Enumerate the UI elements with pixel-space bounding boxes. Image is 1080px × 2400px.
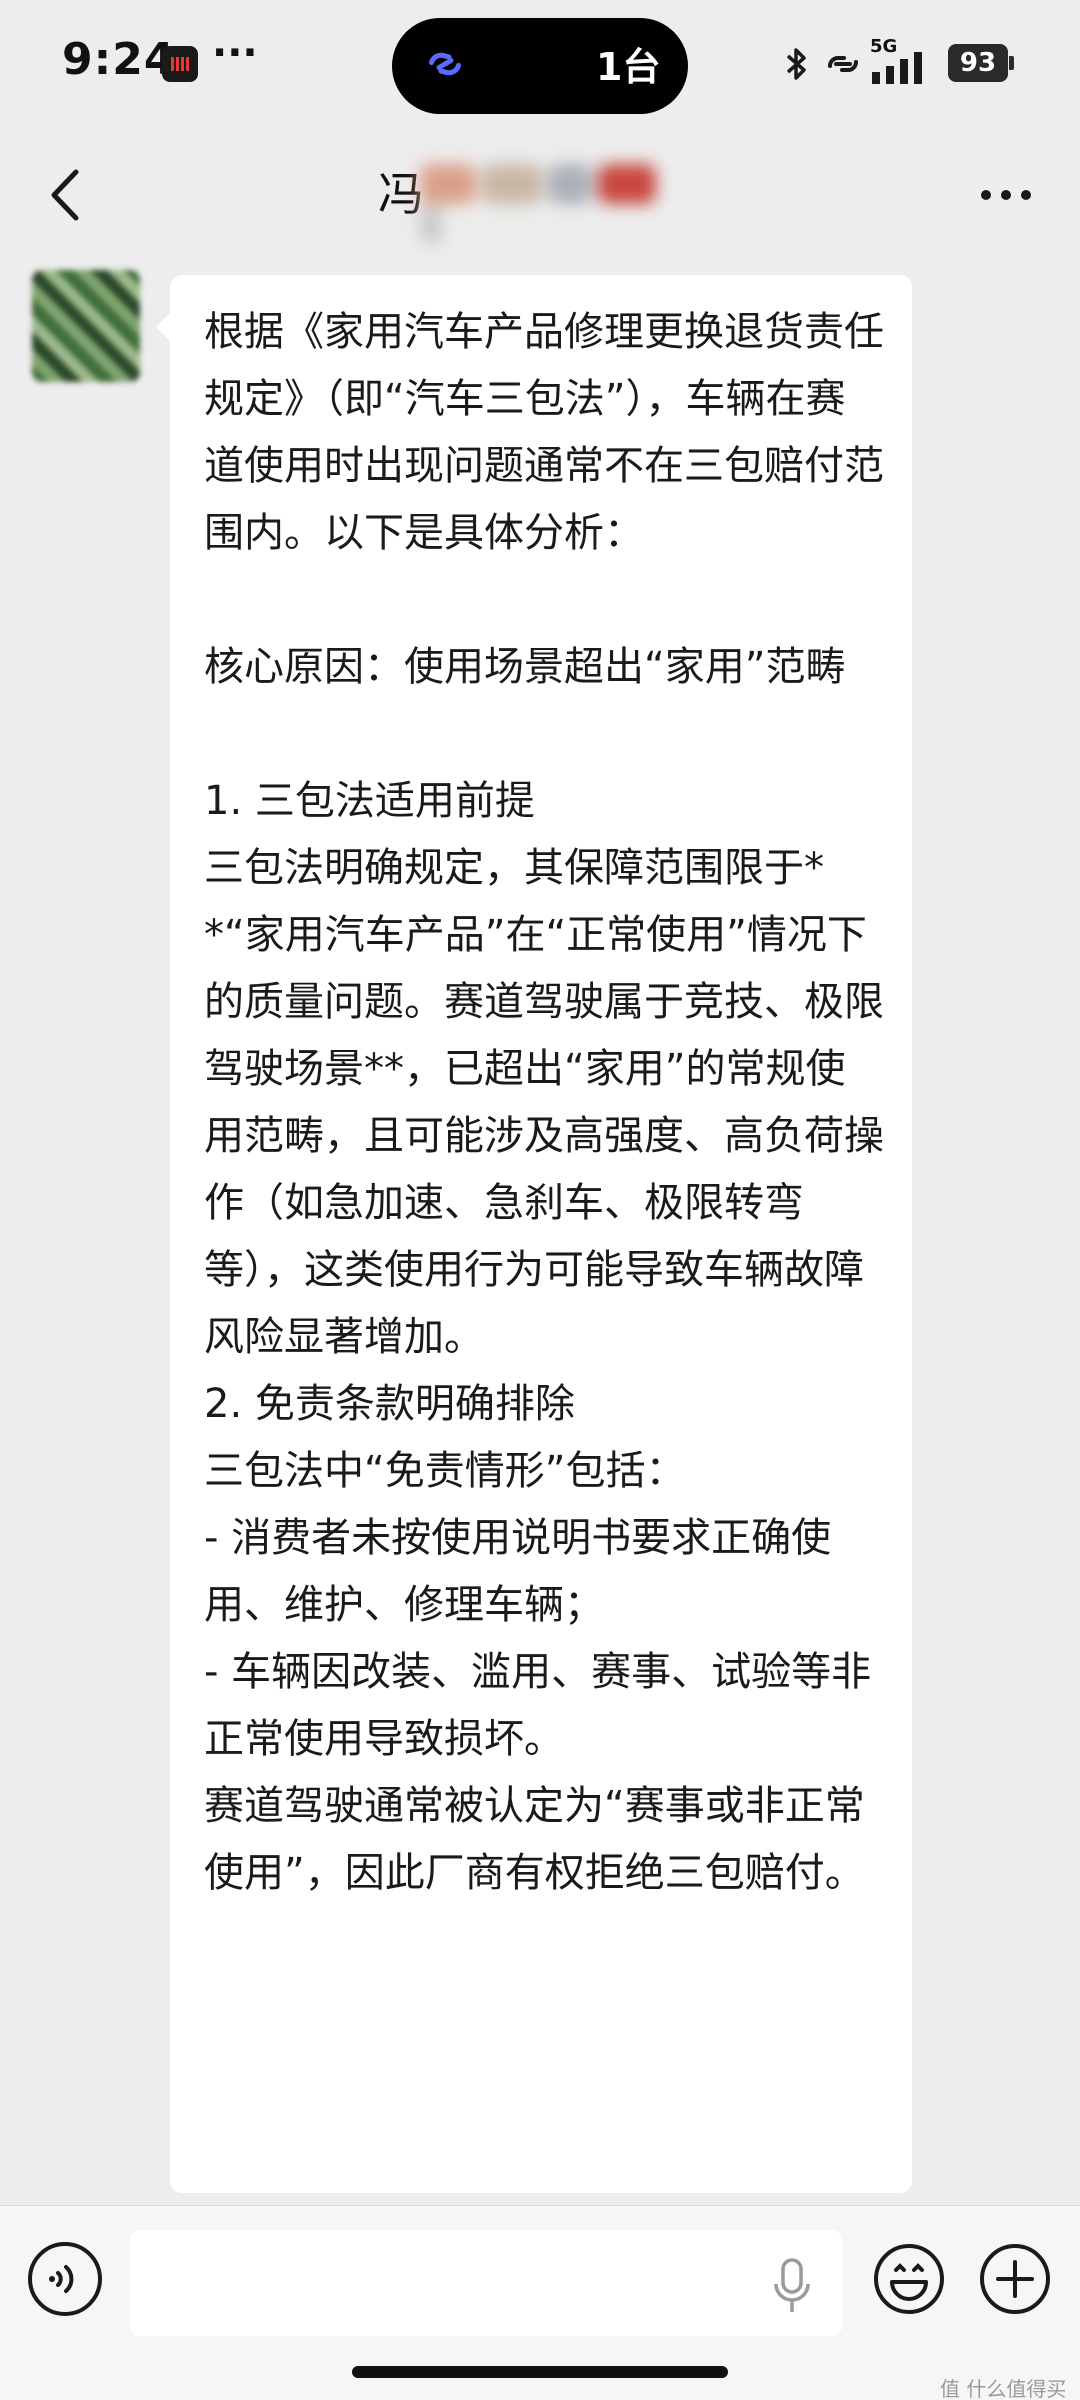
status-bar: 9:24 ··· 1台 5G 93	[0, 0, 1080, 130]
message-text: 根据《家用汽车产品修理更换退货责任规定》（即“汽车三包法”），车辆在赛道使用时出…	[204, 309, 884, 1896]
input-bar: 值 什么值得买	[0, 2205, 1080, 2400]
island-label: 1台	[596, 45, 661, 89]
more-notifications: ···	[212, 30, 258, 76]
add-attachment-icon[interactable]	[978, 2242, 1052, 2316]
signal-icon	[872, 52, 922, 84]
link-icon	[428, 52, 462, 76]
back-arrow-icon[interactable]	[40, 160, 96, 230]
emoji-icon[interactable]	[872, 2242, 946, 2316]
battery-indicator: 93	[948, 44, 1014, 82]
sender-avatar[interactable]	[32, 270, 140, 382]
bluetooth-icon	[786, 48, 806, 80]
blurred-name	[420, 164, 680, 244]
chat-title: 冯	[378, 167, 424, 221]
watermark: 值 什么值得买	[940, 2377, 1067, 2400]
app-notification-icon	[162, 46, 198, 82]
chat-header: 冯	[0, 130, 1080, 260]
message-input[interactable]	[130, 2230, 842, 2336]
microphone-icon[interactable]	[770, 2256, 814, 2316]
home-indicator[interactable]	[352, 2366, 728, 2378]
link-status-icon	[828, 56, 858, 72]
more-options-icon[interactable]	[976, 170, 1036, 220]
voice-mode-button[interactable]	[28, 2242, 102, 2316]
clock: 9:24	[62, 34, 176, 85]
message-bubble[interactable]: 根据《家用汽车产品修理更换退货责任规定》（即“汽车三包法”），车辆在赛道使用时出…	[156, 275, 912, 2193]
voice-icon	[49, 2265, 74, 2293]
